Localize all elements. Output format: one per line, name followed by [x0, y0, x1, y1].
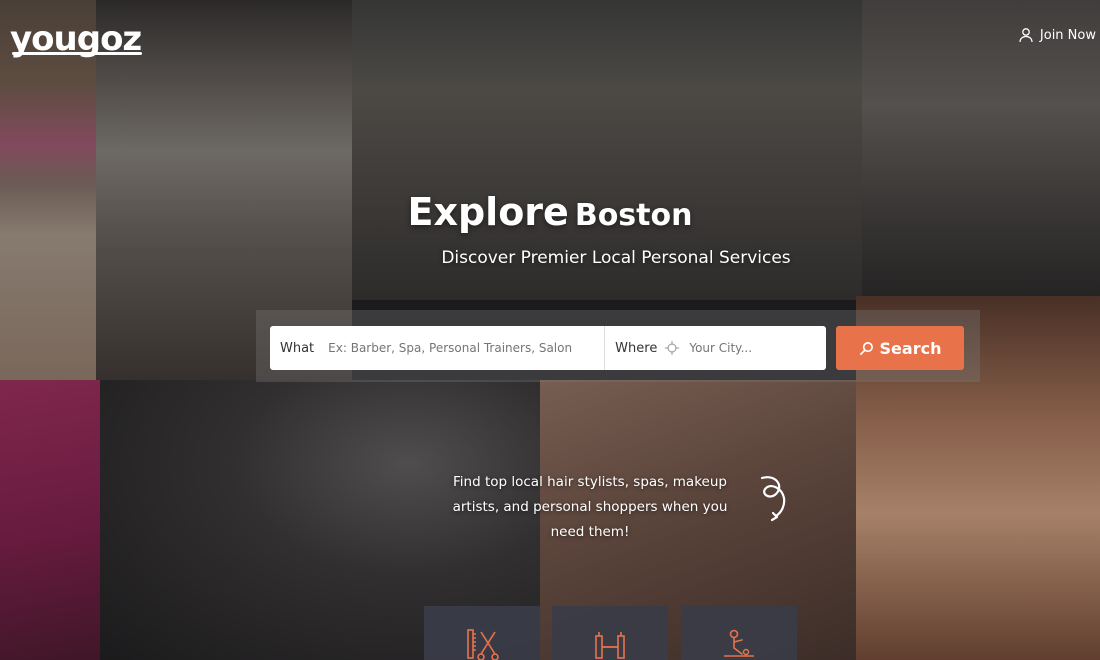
dumbbell-icon — [595, 632, 625, 659]
hero-subtitle: Discover Premier Local Personal Services — [441, 248, 791, 268]
curly-arrow-icon — [760, 476, 786, 522]
promo-text: Find top local hair stylists, spas, make… — [452, 474, 728, 540]
crosshair-icon[interactable] — [665, 341, 680, 355]
comb-scissors-icon — [467, 629, 499, 660]
massage-icon — [724, 629, 754, 657]
where-input[interactable] — [689, 341, 800, 355]
logo-underline — [12, 52, 142, 55]
what-label: What — [280, 340, 315, 356]
join-now-label: Join Now — [1039, 27, 1096, 43]
join-now-link[interactable]: Join Now — [1018, 27, 1096, 43]
search-icon — [859, 341, 873, 355]
category-massage[interactable] — [681, 606, 797, 660]
search-form: What Where — [270, 326, 826, 370]
site-logo[interactable]: yougoz — [10, 22, 142, 56]
hair-braids-photo — [0, 380, 100, 660]
user-icon — [1019, 28, 1033, 43]
where-label: Where — [615, 340, 658, 356]
hero-title-text: Explore — [407, 190, 569, 234]
search-button[interactable]: Search — [836, 326, 964, 370]
search-button-label: Search — [879, 338, 942, 358]
hero-title: Explore Boston — [0, 190, 1100, 234]
hero-city: Boston — [574, 198, 693, 233]
category-hair[interactable] — [424, 606, 540, 660]
category-fitness[interactable] — [552, 606, 668, 660]
what-input[interactable] — [328, 341, 599, 355]
